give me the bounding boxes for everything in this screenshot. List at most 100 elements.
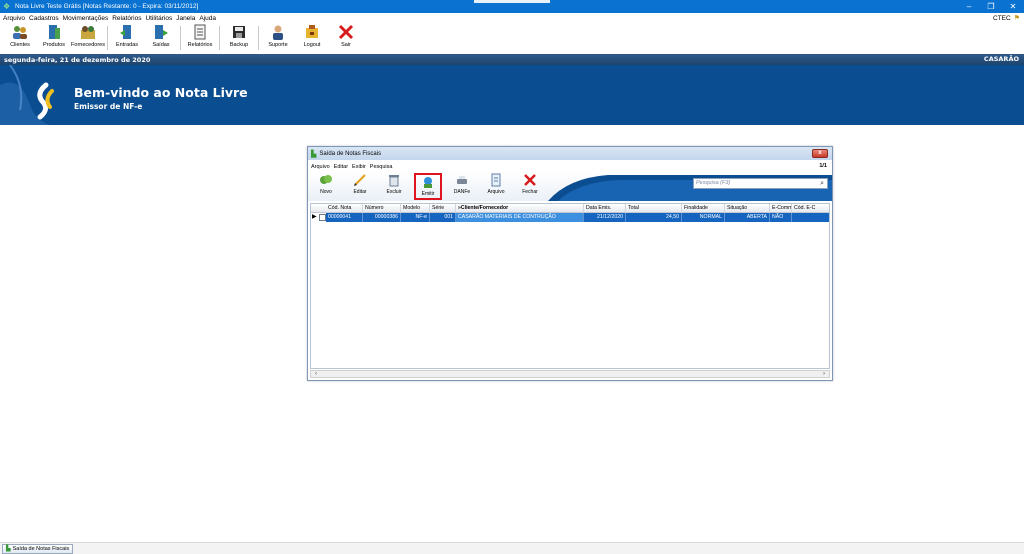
child-menu-arquivo[interactable]: Arquivo <box>311 164 330 170</box>
col-cod-nota[interactable]: Cód. Nota <box>326 204 363 213</box>
emit-icon <box>421 175 435 189</box>
file-icon <box>489 173 503 187</box>
toolbar-separator <box>107 26 108 50</box>
window-controls: – ❐ ✕ <box>958 0 1024 13</box>
child-title-bar[interactable]: ▙ Saída de Notas Fiscais <box>308 147 832 160</box>
page-counter: 1/1 <box>819 163 827 169</box>
arquivo-button[interactable]: Arquivo <box>482 173 510 200</box>
menu-bar: Arquivo Cadastros Movimentações Relatóri… <box>0 13 1024 23</box>
child-toolbar: Novo Editar Excluir Emitir DANFe Arquivo… <box>308 172 832 201</box>
cell-situacao: ABERTA <box>725 213 770 222</box>
products-icon <box>46 24 62 40</box>
horizontal-scrollbar[interactable]: ‹ › <box>310 370 830 378</box>
col-data-emis[interactable]: Data Emis. <box>584 204 626 213</box>
logout-icon <box>304 24 320 40</box>
search-input[interactable]: Pesquisa (F3) ⌕ <box>693 178 828 189</box>
toolbar-separator <box>219 26 220 50</box>
produtos-button[interactable]: Produtos <box>37 23 71 53</box>
cell-modelo: NF-e <box>401 213 430 222</box>
entradas-button[interactable]: Entradas <box>110 23 144 53</box>
col-cliente-fornecedor[interactable]: »Cliente/Fornecedor <box>456 204 584 213</box>
menu-relatorios[interactable]: Relatórios <box>112 15 141 22</box>
company-name: CASARÃO <box>983 55 1019 63</box>
window-icon: ▙ <box>6 546 11 552</box>
col-situacao[interactable]: Situação <box>725 204 770 213</box>
user-icon: ⚑ <box>1013 15 1020 22</box>
col-total[interactable]: Total <box>626 204 682 213</box>
child-close-button[interactable]: x <box>812 149 828 158</box>
exit-icon <box>338 24 354 40</box>
fornecedores-button[interactable]: Fornecedores <box>71 23 105 53</box>
entries-icon <box>119 24 135 40</box>
col-numero[interactable]: Número <box>363 204 401 213</box>
child-menu-pesquisa[interactable]: Pesquisa <box>370 164 393 170</box>
window-icon: ▙ <box>311 150 317 158</box>
new-icon <box>319 173 333 187</box>
table-row[interactable]: 00000041 00000386 NF-e 001 CASARÃO MATER… <box>311 213 829 222</box>
excluir-button[interactable]: Excluir <box>380 173 408 200</box>
col-cod-ecommerce[interactable]: Cód. E-C <box>792 204 829 213</box>
close-button[interactable]: ✕ <box>1002 0 1024 13</box>
cell-total: 24,50 <box>626 213 682 222</box>
app-icon: ❖ <box>3 2 11 11</box>
clientes-button[interactable]: Clientes <box>3 23 37 53</box>
col-ecommerce[interactable]: E-Commerce <box>770 204 792 213</box>
scroll-left-icon[interactable]: ‹ <box>312 371 320 377</box>
taskbar-window-button[interactable]: ▙ Saída de Notas Fiscais <box>2 544 74 554</box>
cell-data-emis: 21/12/2020 <box>584 213 626 222</box>
scroll-right-icon[interactable]: › <box>820 371 828 377</box>
cell-cliente-fornecedor: CASARÃO MATERIAIS DE CONTRUÇÃO <box>456 213 584 222</box>
col-finalidade[interactable]: Finalidade <box>682 204 725 213</box>
novo-label: Novo <box>320 189 332 195</box>
welcome-banner: Bem-vindo ao Nota Livre Emissor de NF-e <box>0 65 1024 125</box>
saidas-button[interactable]: Saídas <box>144 23 178 53</box>
cell-ecommerce: NÃO <box>770 213 792 222</box>
danfe-button[interactable]: DANFe <box>448 173 476 200</box>
restore-button[interactable]: ❐ <box>980 0 1002 13</box>
taskbar-window-label: Saída de Notas Fiscais <box>12 546 70 552</box>
clientes-label: Clientes <box>10 42 30 48</box>
date-bar: segunda-feira, 21 de dezembro de 2020 CA… <box>0 54 1024 65</box>
sair-label: Sair <box>341 42 351 48</box>
novo-button[interactable]: Novo <box>312 173 340 200</box>
cell-cod-nota: 00000041 <box>326 213 363 222</box>
minimize-button[interactable]: – <box>958 0 980 13</box>
saidas-label: Saídas <box>152 42 170 48</box>
danfe-label: DANFe <box>453 189 471 195</box>
support-icon <box>270 24 286 40</box>
cell-serie: 001 <box>430 213 456 222</box>
excluir-label: Excluir <box>386 189 402 195</box>
child-menu-exibir[interactable]: Exibir <box>352 164 366 170</box>
arquivo-label: Arquivo <box>487 189 505 195</box>
col-serie[interactable]: Série <box>430 204 456 213</box>
child-menu-editar[interactable]: Editar <box>334 164 348 170</box>
close-icon <box>523 173 537 187</box>
menu-cadastros[interactable]: Cadastros <box>29 15 59 22</box>
suporte-button[interactable]: Suporte <box>261 23 295 53</box>
logout-button[interactable]: Logout <box>295 23 329 53</box>
printer-icon <box>455 173 469 187</box>
edit-icon <box>353 173 367 187</box>
menu-movimentacoes[interactable]: Movimentações <box>63 15 109 22</box>
window-title: Nota Livre Teste Grátis [Notas Restante:… <box>15 3 199 10</box>
search-icon[interactable]: ⌕ <box>820 179 824 188</box>
backup-button[interactable]: Backup <box>222 23 256 53</box>
emitir-button[interactable]: Emitir <box>414 173 442 200</box>
fechar-button[interactable]: Fechar <box>516 173 544 200</box>
sair-button[interactable]: Sair <box>329 23 363 53</box>
editar-button[interactable]: Editar <box>346 173 374 200</box>
cell-finalidade: NORMAL <box>682 213 725 222</box>
col-modelo[interactable]: Modelo <box>401 204 430 213</box>
user-indicator[interactable]: CTEC ⚑ <box>993 13 1020 23</box>
menu-arquivo[interactable]: Arquivo <box>3 15 25 22</box>
editar-label: Editar <box>353 189 367 195</box>
menu-ajuda[interactable]: Ajuda <box>199 15 216 22</box>
relatorios-button[interactable]: Relatórios <box>183 23 217 53</box>
menu-utilitarios[interactable]: Utilitários <box>145 15 172 22</box>
fornecedores-label: Fornecedores <box>71 42 105 48</box>
menu-janela[interactable]: Janela <box>176 15 195 22</box>
clients-icon <box>12 24 28 40</box>
banner-subtitle: Emissor de NF-e <box>74 102 143 111</box>
notes-grid: Cód. Nota Número Modelo Série »Cliente/F… <box>310 203 830 369</box>
delete-icon <box>387 173 401 187</box>
